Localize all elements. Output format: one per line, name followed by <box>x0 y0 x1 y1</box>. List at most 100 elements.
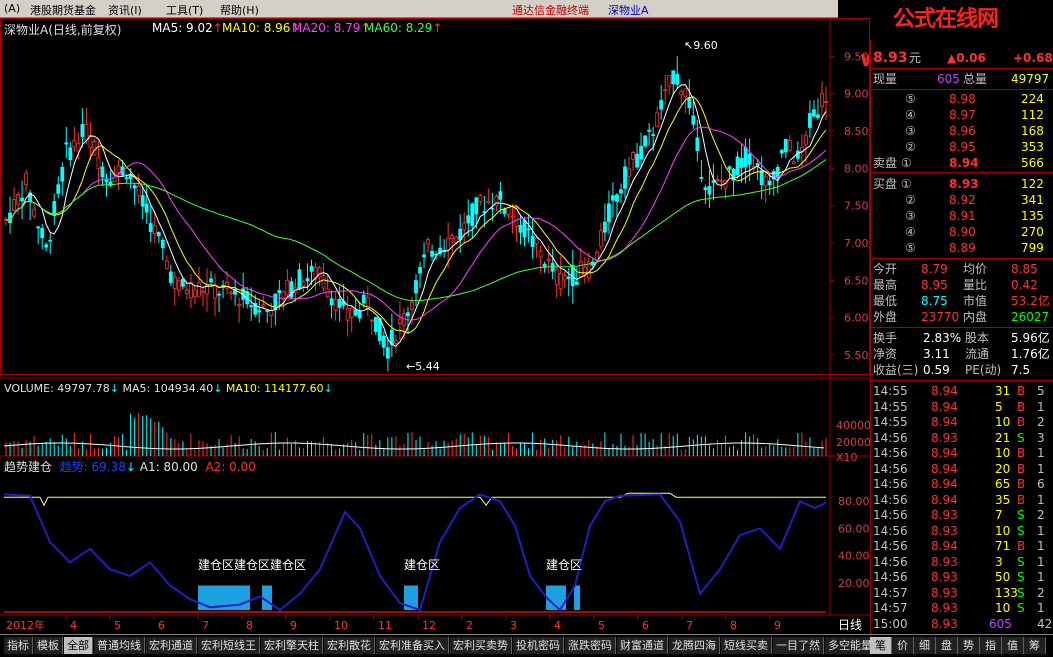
ask-level-5: ⑤ 8.98 224 <box>871 91 1053 107</box>
panel-tab-5[interactable]: 指 <box>980 637 1002 654</box>
tick-row-cell: 35 <box>995 492 1011 507</box>
chart-title: 深物业A(日线,前复权) <box>4 23 122 37</box>
candle-body <box>281 291 286 299</box>
candle-body <box>325 288 330 298</box>
price-axis-label: 7.00 <box>844 237 869 250</box>
panel-tab-4[interactable]: 势 <box>958 637 980 654</box>
candle-body <box>816 114 820 119</box>
tick-row-cell: 14:56 <box>873 477 908 491</box>
candle-body <box>683 88 688 98</box>
candle-body <box>450 235 455 239</box>
tab-14[interactable]: 短线买卖 <box>721 637 772 654</box>
candle-body <box>189 282 193 299</box>
tick-row-cell: S <box>1017 585 1025 600</box>
indicator-tab-bar: 指标 模板 全部 普通均线 宏利通道 宏利短线王 宏利擎天柱 宏利散花 宏利准备买入 宏利买卖势投… <box>0 634 1053 657</box>
stat-row: 最低 8.75 市值 53.2亿 <box>871 293 1053 309</box>
candle-body <box>550 263 555 272</box>
tick-row-cell: S <box>1017 601 1025 615</box>
tab-6[interactable]: 宏利擎天柱 <box>261 637 323 654</box>
panel-tab-6[interactable]: 值 <box>1002 637 1024 654</box>
tab-8[interactable]: 宏利准备买入 <box>376 637 449 654</box>
fin-row-cell: 净资 <box>873 347 898 361</box>
candle-body <box>598 230 603 247</box>
tab-12[interactable]: 财富通道 <box>617 637 668 654</box>
candle-body <box>522 219 527 238</box>
bid-level-5-cell: 8.89 <box>949 241 976 255</box>
candle-body <box>152 225 157 234</box>
menu-item-help[interactable]: 帮助(H) <box>220 2 259 18</box>
bid-level-5-cell: ⑤ <box>905 241 916 255</box>
panel-tab-7[interactable]: 筹 <box>1024 637 1046 654</box>
kline-chart-area[interactable]: 9.50 9.00 8.50 8.00 7.50 7.00 6.50 6.00 5.50 4000… <box>0 18 870 634</box>
candle-body <box>385 347 390 359</box>
tick-row-cell: 1 <box>1037 446 1045 460</box>
tick-row-cell: 1 <box>1037 570 1045 584</box>
panel-tab-1[interactable]: 价 <box>892 637 914 654</box>
candle-body <box>607 203 611 223</box>
tick-row-cell: 10 <box>995 601 1011 615</box>
stat-row-cell: 0.42 <box>1011 278 1038 292</box>
tick-row-cell: B <box>1017 384 1026 398</box>
quote-price-row-cell: +0.68 <box>1013 51 1053 65</box>
menu-item-a[interactable]: (A) <box>4 2 20 15</box>
tab-5[interactable]: 宏利短线王 <box>198 637 260 654</box>
tick-row-cell: 1 <box>1037 523 1045 538</box>
panel-tab-3[interactable]: 盘 <box>936 637 958 654</box>
tick-row-cell: B <box>1017 415 1026 429</box>
candle-body <box>498 191 503 200</box>
tab-13[interactable]: 龙腾四海 <box>669 637 720 654</box>
tab-16[interactable]: 多空能量 <box>825 637 876 654</box>
tab-9[interactable]: 宏利买卖势 <box>450 637 512 654</box>
tick-row: 14:56 8.93 7 S 2 <box>871 507 1053 523</box>
candle-body <box>52 201 57 217</box>
candle-body <box>257 310 262 313</box>
stat-row-cell: 53.2亿 <box>1011 294 1050 308</box>
ma20-legend: MA20: 8.79↑ <box>292 21 371 35</box>
tick-row-cell: S <box>1017 570 1025 584</box>
volume-axis-label: X10 <box>836 451 858 464</box>
volume-summary-row-cell: 现量 <box>873 72 898 86</box>
menu-item-hk-futures[interactable]: 港股期货基金 <box>30 2 96 18</box>
candle-body <box>824 101 828 103</box>
x-axis-label: 6 <box>642 619 649 632</box>
chart-svg[interactable]: 9.50 9.00 8.50 8.00 7.50 7.00 6.50 6.00 5.50 4000… <box>0 18 870 634</box>
panel-divider <box>871 172 1053 173</box>
tab-1[interactable]: 模板 <box>34 637 63 654</box>
price-pane-frame <box>0 18 870 375</box>
bid-level-2: ② 8.92 341 <box>871 192 1053 208</box>
candle-body <box>562 275 567 281</box>
period-label[interactable]: 日线 <box>838 616 862 633</box>
candle-body <box>486 200 491 204</box>
candle-body <box>566 276 571 280</box>
panel-tab-0[interactable]: 笔 <box>870 637 892 654</box>
tab-2[interactable]: 全部 <box>64 637 93 654</box>
low-price-label: ←5.44 <box>406 360 440 373</box>
menu-item-tools[interactable]: 工具(T) <box>166 2 203 18</box>
tab-15[interactable]: 一目了然 <box>773 637 824 654</box>
zone-label-2: 建仓区 <box>234 558 271 572</box>
candle-body <box>747 153 752 165</box>
tick-row-cell: 65 <box>995 477 1011 491</box>
tick-row-cell: 8.93 <box>931 508 958 522</box>
tab-0[interactable]: 指标 <box>4 637 33 654</box>
tab-10[interactable]: 投机密码 <box>513 637 564 654</box>
candle-body <box>349 307 354 318</box>
candle-body <box>249 305 254 308</box>
candle-body <box>619 189 623 194</box>
panel-tab-2[interactable]: 细 <box>914 637 936 654</box>
bid-level-1-cell: 8.93 <box>949 177 979 191</box>
ask-level-4-cell: 112 <box>1021 108 1044 122</box>
candle-body <box>92 141 97 156</box>
window-stock-name: 深物业A <box>608 4 649 17</box>
candle-body <box>478 195 483 202</box>
tab-11[interactable]: 涨跌密码 <box>565 637 616 654</box>
tab-3[interactable]: 普通均线 <box>94 637 145 654</box>
tab-4[interactable]: 宏利通道 <box>146 637 197 654</box>
candle-body <box>454 236 459 243</box>
tick-row-cell: S <box>1017 430 1025 445</box>
candle-body <box>180 278 185 287</box>
menu-item-info[interactable]: 资讯(I) <box>108 2 142 18</box>
candle-body <box>84 124 89 140</box>
tab-7[interactable]: 宏利散花 <box>324 637 375 654</box>
tick-row-cell: 14:57 <box>873 585 908 600</box>
